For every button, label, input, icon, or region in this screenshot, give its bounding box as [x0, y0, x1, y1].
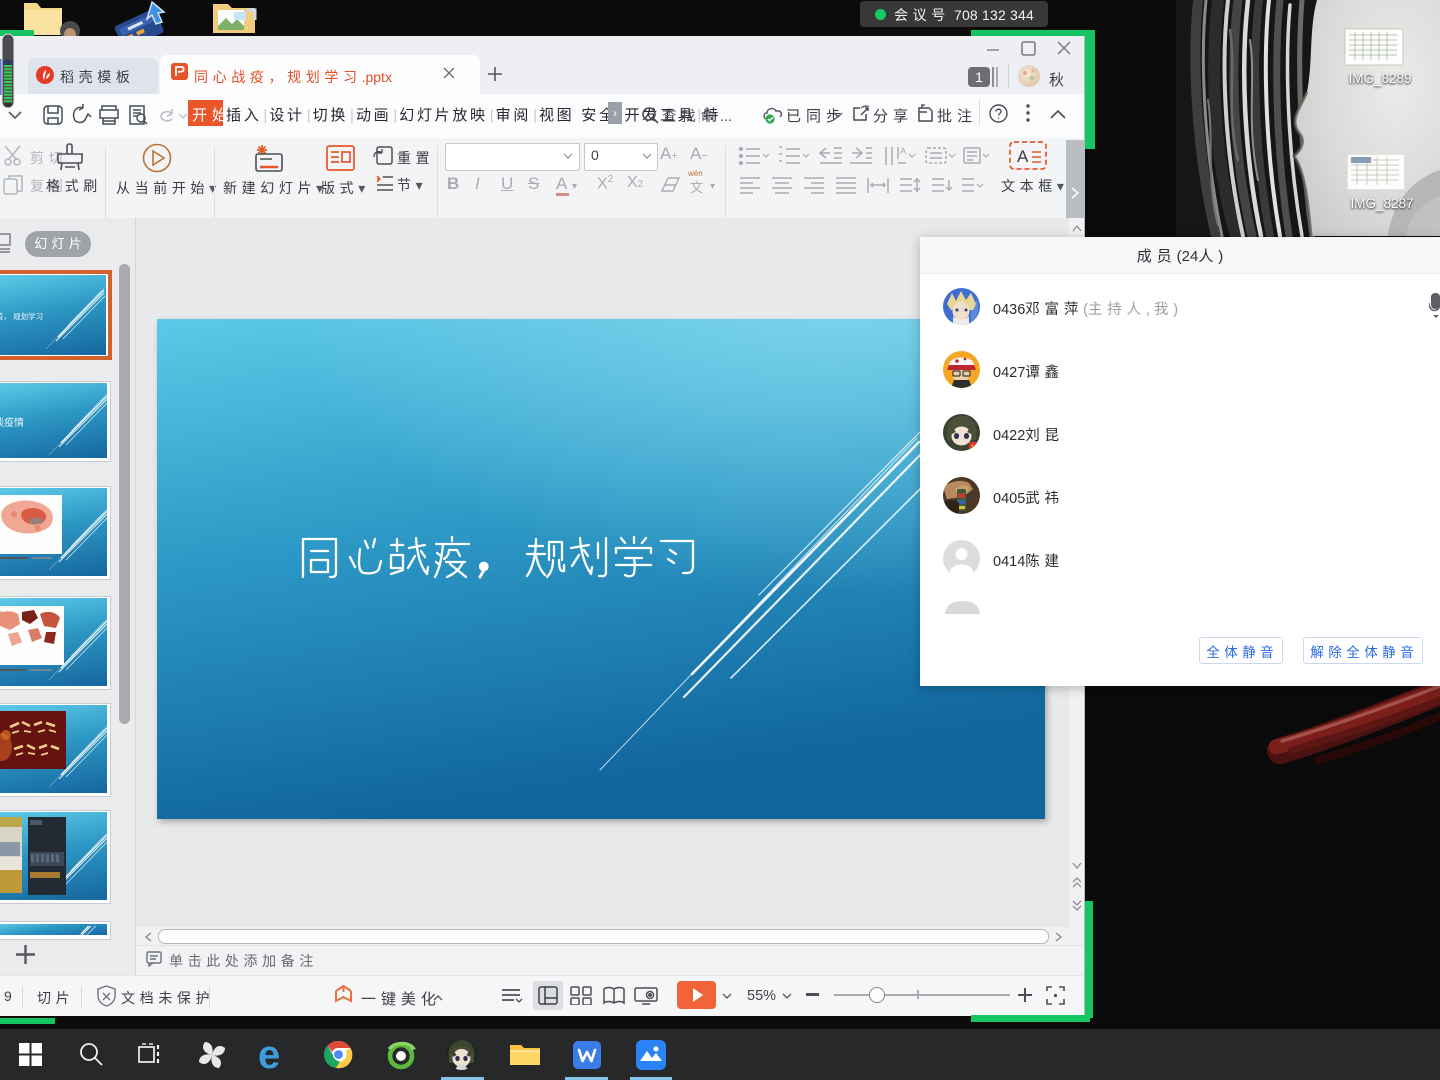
- svg-text:A: A: [1017, 147, 1029, 166]
- svg-text:A: A: [900, 146, 906, 156]
- svg-text:疫， 规划学习: 疫， 规划学习: [0, 311, 43, 321]
- svg-text:谈疫情: 谈疫情: [0, 416, 24, 429]
